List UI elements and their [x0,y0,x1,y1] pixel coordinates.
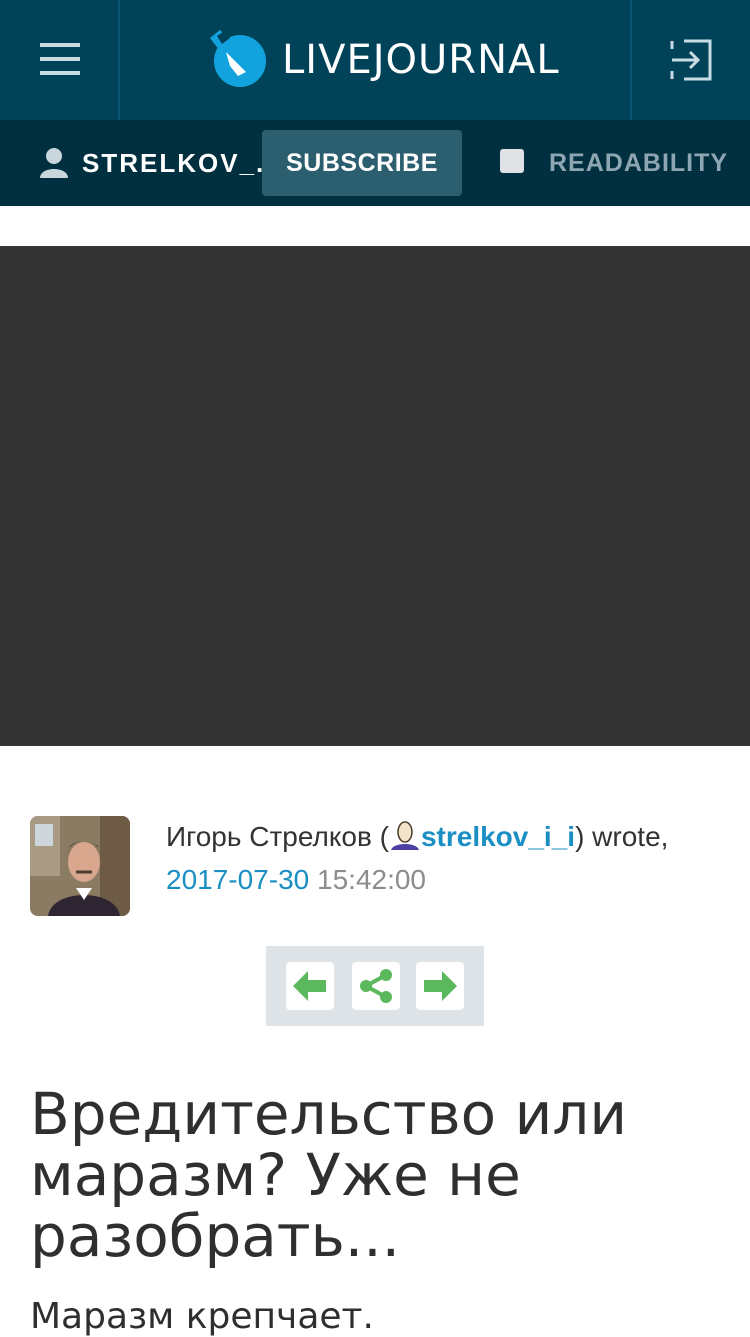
lj-user-link[interactable]: strelkov_i_i [421,821,575,852]
author-name: Игорь Стрелков [166,821,372,852]
top-header: LIVEJOURNAL [0,0,750,120]
post-datetime: 2017-07-30 15:42:00 [166,864,426,896]
journal-username[interactable]: STRELKOV_... [82,148,284,179]
arrow-left-icon [293,971,326,1001]
media-placeholder [0,246,750,746]
post-body: Маразм крепчает. [30,1296,374,1337]
readability-label[interactable]: READABILITY [549,149,728,178]
livejournal-logo-icon [210,30,266,87]
author-line: Игорь Стрелков ( strelkov_i_i) wrote, [166,820,668,853]
open-paren: ( [379,821,389,852]
avatar-image [30,816,130,916]
entry-navigation [266,946,484,1026]
hamburger-menu-icon [40,43,80,47]
livejournal-logo[interactable]: LIVEJOURNAL [208,28,560,92]
user-icon [40,148,68,178]
subscribe-button[interactable]: SUBSCRIBE [262,130,462,196]
lj-user-icon [390,821,419,850]
menu-button[interactable] [0,0,120,120]
hamburger-line [40,57,80,61]
wrote-suffix: ) wrote, [575,821,669,852]
next-entry-button[interactable] [416,962,464,1010]
logo-text: LIVEJOURNAL [282,37,560,83]
readability-checkbox[interactable] [500,149,524,173]
arrow-right-icon [424,971,457,1001]
hamburger-line [40,71,80,75]
post-time: 15:42:00 [317,864,427,895]
share-button[interactable] [352,962,400,1010]
login-button[interactable] [630,0,750,120]
post-title: Вредительство или маразм? Уже не разобра… [30,1080,628,1270]
post-date-link[interactable]: 2017-07-30 [166,864,309,895]
previous-entry-button[interactable] [286,962,334,1010]
author-avatar[interactable] [30,816,130,916]
login-icon [670,39,712,81]
share-icon [360,969,392,1003]
